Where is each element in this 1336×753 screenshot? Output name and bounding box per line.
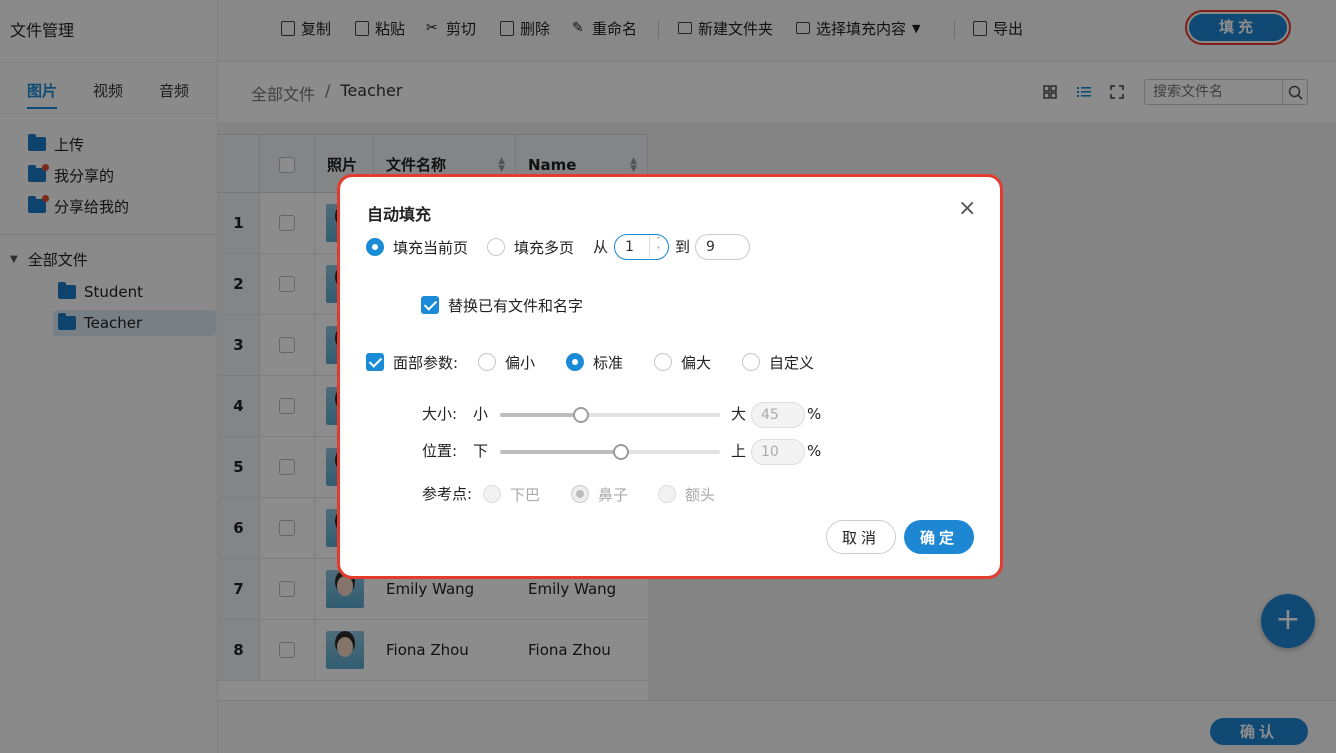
to-page-input[interactable]: 9 bbox=[695, 234, 750, 260]
preset-small-radio[interactable]: 偏小 bbox=[478, 351, 535, 373]
to-label: 到 bbox=[675, 238, 691, 256]
size-label: 大小: bbox=[422, 405, 458, 423]
preset-custom-radio[interactable]: 自定义 bbox=[742, 351, 814, 373]
reference-point-label: 参考点: bbox=[422, 485, 473, 503]
ref-nose-radio: 鼻子 bbox=[571, 483, 628, 505]
size-max-label: 大 bbox=[731, 405, 747, 423]
radio-icon bbox=[487, 238, 505, 256]
checkbox-checked-icon bbox=[421, 296, 439, 314]
radio-icon bbox=[571, 485, 589, 503]
size-percent-sign: % bbox=[807, 405, 822, 423]
cancel-button[interactable]: 取消 bbox=[826, 520, 896, 554]
position-slider-fill bbox=[500, 450, 621, 454]
fill-multi-label: 填充多页 bbox=[514, 238, 575, 257]
ref-option-label: 额头 bbox=[685, 485, 716, 504]
page-stepper[interactable]: ˄ ˅ bbox=[649, 236, 667, 258]
face-params-label: 面部参数: bbox=[393, 353, 459, 372]
preset-label: 自定义 bbox=[769, 353, 815, 372]
close-icon[interactable]: × bbox=[958, 196, 976, 221]
dialog-title: 自动填充 bbox=[367, 205, 432, 224]
position-value-input: 10 bbox=[751, 439, 805, 465]
size-slider[interactable] bbox=[500, 407, 720, 423]
preset-large-radio[interactable]: 偏大 bbox=[654, 351, 711, 373]
replace-existing-checkbox[interactable]: 替换已有文件和名字 bbox=[421, 294, 583, 316]
replace-existing-label: 替换已有文件和名字 bbox=[448, 296, 584, 315]
size-min-label: 小 bbox=[473, 405, 489, 423]
radio-icon bbox=[654, 353, 672, 371]
radio-icon bbox=[566, 353, 584, 371]
ref-option-label: 鼻子 bbox=[598, 485, 629, 504]
preset-label: 偏小 bbox=[505, 353, 536, 372]
radio-icon bbox=[478, 353, 496, 371]
radio-icon bbox=[366, 238, 384, 256]
ref-chin-radio: 下巴 bbox=[483, 483, 540, 505]
from-page-input[interactable]: 1 ˄ ˅ bbox=[614, 234, 669, 260]
size-slider-thumb[interactable] bbox=[573, 407, 589, 423]
preset-label: 标准 bbox=[593, 353, 624, 372]
from-page-value: 1 bbox=[625, 239, 634, 255]
position-percent-sign: % bbox=[807, 442, 822, 460]
face-params-checkbox[interactable]: 面部参数: bbox=[366, 351, 458, 373]
position-label: 位置: bbox=[422, 442, 458, 460]
size-slider-fill bbox=[500, 413, 581, 417]
ref-forehead-radio: 额头 bbox=[658, 483, 715, 505]
ref-option-label: 下巴 bbox=[510, 485, 541, 504]
radio-icon bbox=[483, 485, 501, 503]
ok-button[interactable]: 确定 bbox=[904, 520, 974, 554]
fill-current-label: 填充当前页 bbox=[393, 238, 469, 257]
fill-current-page-radio[interactable]: 填充当前页 bbox=[366, 236, 468, 258]
size-value-input: 45 bbox=[751, 402, 805, 428]
auto-fill-dialog: 自动填充 × 填充当前页 填充多页 从 1 ˄ ˅ 到 9 替换已有文件和名字 面… bbox=[337, 174, 1003, 579]
preset-standard-radio[interactable]: 标准 bbox=[566, 351, 623, 373]
position-slider-thumb[interactable] bbox=[613, 444, 629, 460]
position-max-label: 上 bbox=[731, 442, 747, 460]
checkbox-checked-icon bbox=[366, 353, 384, 371]
preset-label: 偏大 bbox=[681, 353, 712, 372]
position-min-label: 下 bbox=[473, 442, 489, 460]
radio-icon bbox=[658, 485, 676, 503]
radio-icon bbox=[742, 353, 760, 371]
from-label: 从 bbox=[593, 238, 609, 256]
fill-multi-page-radio[interactable]: 填充多页 bbox=[487, 236, 574, 258]
position-slider[interactable] bbox=[500, 444, 720, 460]
